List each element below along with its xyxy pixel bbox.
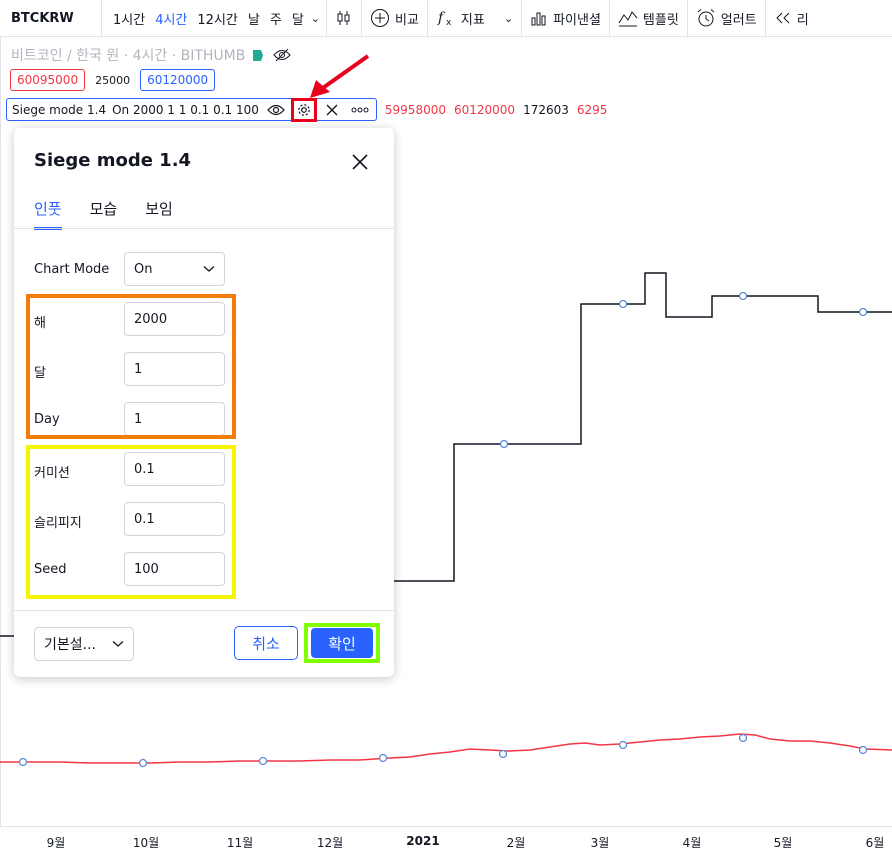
top-toolbar: BTCKRW 1시간 4시간 12시간 날 주 달 ⌄ 비교 fx 지표 ⌄ 파… bbox=[0, 0, 892, 37]
alarm-clock-icon bbox=[697, 9, 715, 27]
bid-ask-row: 60095000 25000 60120000 bbox=[10, 69, 216, 91]
interval-month[interactable]: 달 bbox=[287, 9, 309, 28]
eye-icon bbox=[267, 104, 285, 115]
defaults-dropdown[interactable]: 기본설... bbox=[34, 627, 134, 661]
seed-input[interactable] bbox=[124, 552, 225, 586]
flag-icon[interactable] bbox=[253, 49, 266, 61]
alert-button[interactable]: 얼러트 bbox=[688, 0, 766, 37]
commission-label: 커미션 bbox=[34, 466, 70, 481]
xtick-label: 10월 bbox=[132, 836, 160, 850]
alert-label: 얼러트 bbox=[720, 12, 757, 28]
xtick-label: 3월 bbox=[590, 836, 610, 850]
templates-icon bbox=[618, 11, 638, 27]
eye-off-icon[interactable] bbox=[273, 48, 292, 62]
indicator-params: On 2000 1 1 0.1 0.1 100 bbox=[112, 102, 259, 117]
tab-style[interactable]: 모습 bbox=[90, 198, 118, 230]
xtick-label: 2월 bbox=[506, 836, 526, 850]
indicator-value-2: 60120000 bbox=[453, 102, 516, 117]
indicator-values: 59958000 60120000 172603 6295 bbox=[385, 103, 608, 117]
svg-text:x: x bbox=[446, 18, 452, 28]
interval-12h[interactable]: 12시간 bbox=[192, 9, 242, 28]
templates-button[interactable]: 템플릿 bbox=[610, 0, 688, 37]
pine-label: 파이낸셜 bbox=[553, 12, 601, 28]
interval-day[interactable]: 날 bbox=[243, 9, 265, 28]
price-line bbox=[0, 733, 892, 768]
interval-week[interactable]: 주 bbox=[265, 9, 287, 28]
close-icon[interactable] bbox=[350, 152, 370, 172]
compare-label: 비교 bbox=[395, 12, 419, 28]
fx-icon: fx bbox=[437, 10, 452, 28]
bid-price[interactable]: 60095000 bbox=[10, 69, 86, 91]
symbol-search-button[interactable]: BTCKRW bbox=[0, 0, 102, 37]
xtick-label: 9월 bbox=[46, 836, 66, 850]
month-label: 달 bbox=[34, 366, 46, 381]
seed-label: Seed bbox=[34, 562, 67, 577]
replay-label: 리 bbox=[796, 12, 809, 28]
xtick-label: 4월 bbox=[682, 836, 702, 850]
visibility-toggle[interactable] bbox=[265, 100, 287, 120]
xtick-label: 11월 bbox=[226, 836, 254, 850]
tabs-divider bbox=[14, 228, 394, 229]
defaults-label: 기본설... bbox=[44, 637, 96, 653]
candles-icon bbox=[337, 11, 350, 25]
interval-1h[interactable]: 1시간 bbox=[108, 9, 150, 28]
xtick-label: 6월 bbox=[865, 836, 885, 850]
indicator-value-1: 59958000 bbox=[384, 102, 446, 117]
indicators-label: 지표 bbox=[460, 12, 485, 28]
indicator-name: Siege mode 1.4 bbox=[12, 102, 107, 117]
indicator-value-4: 6295 bbox=[576, 102, 608, 117]
legend-title: 비트코인 / 한국 원 · 4시간 · BITHUMB bbox=[11, 45, 292, 65]
commission-input[interactable] bbox=[124, 452, 225, 486]
footer-divider bbox=[14, 610, 394, 611]
indicator-settings-dialog: Siege mode 1.4 인풋 모습 보임 Chart Mode On 해 … bbox=[14, 128, 394, 677]
year-input[interactable] bbox=[124, 302, 225, 336]
pine-editor-button[interactable]: 파이낸셜 bbox=[522, 0, 610, 37]
interval-group: 1시간 4시간 12시간 날 주 달 ⌄ bbox=[102, 0, 327, 37]
annotation-arrow bbox=[310, 54, 370, 98]
templates-label: 템플릿 bbox=[642, 12, 679, 28]
ask-price[interactable]: 60120000 bbox=[140, 69, 216, 91]
day-input[interactable] bbox=[124, 402, 225, 436]
dialog-tabs: 인풋 모습 보임 bbox=[34, 198, 173, 230]
chart-mode-label: Chart Mode bbox=[34, 262, 110, 277]
symbol-description: 비트코인 / 한국 원 · 4시간 · BITHUMB bbox=[11, 48, 246, 64]
tab-visibility[interactable]: 보임 bbox=[145, 198, 173, 230]
month-input[interactable] bbox=[124, 352, 225, 386]
day-label: Day bbox=[34, 412, 60, 427]
xtick-label: 5월 bbox=[773, 836, 793, 850]
chart-mode-value: On bbox=[134, 261, 153, 277]
time-axis[interactable]: 9월 10월 11월 12월 2021 2월 3월 4월 5월 6월 bbox=[0, 826, 892, 856]
chevron-down-icon bbox=[203, 266, 215, 272]
svg-text:f: f bbox=[437, 10, 446, 26]
indicators-dropdown-icon: ⌄ bbox=[503, 11, 514, 25]
xtick-label: 2021 bbox=[406, 834, 440, 848]
ok-button[interactable]: 확인 bbox=[311, 628, 373, 658]
bar-chart-icon bbox=[531, 12, 546, 26]
tab-inputs[interactable]: 인풋 bbox=[34, 198, 62, 230]
slippage-input[interactable] bbox=[124, 502, 225, 536]
interval-4h[interactable]: 4시간 bbox=[150, 9, 192, 28]
cancel-button[interactable]: 취소 bbox=[234, 626, 298, 660]
compare-button[interactable]: 비교 bbox=[362, 0, 428, 37]
plus-circle-icon bbox=[371, 9, 389, 27]
spread-value: 25000 bbox=[95, 73, 131, 87]
dialog-title: Siege mode 1.4 bbox=[34, 150, 192, 171]
xtick-label: 12월 bbox=[316, 836, 344, 850]
replay-button[interactable]: 리 bbox=[766, 0, 817, 37]
chart-mode-select[interactable]: On bbox=[124, 252, 225, 286]
chart-type-button[interactable] bbox=[327, 0, 362, 37]
slippage-label: 슬리피지 bbox=[34, 516, 82, 531]
interval-dropdown-icon[interactable]: ⌄ bbox=[311, 12, 320, 25]
indicators-button[interactable]: fx 지표 ⌄ bbox=[428, 0, 523, 37]
indicator-value-3: 172603 bbox=[523, 102, 569, 117]
chevron-down-icon bbox=[112, 641, 124, 647]
year-label: 해 bbox=[34, 316, 46, 331]
rewind-icon bbox=[775, 12, 790, 24]
ok-button-highlight: 확인 bbox=[304, 623, 380, 663]
